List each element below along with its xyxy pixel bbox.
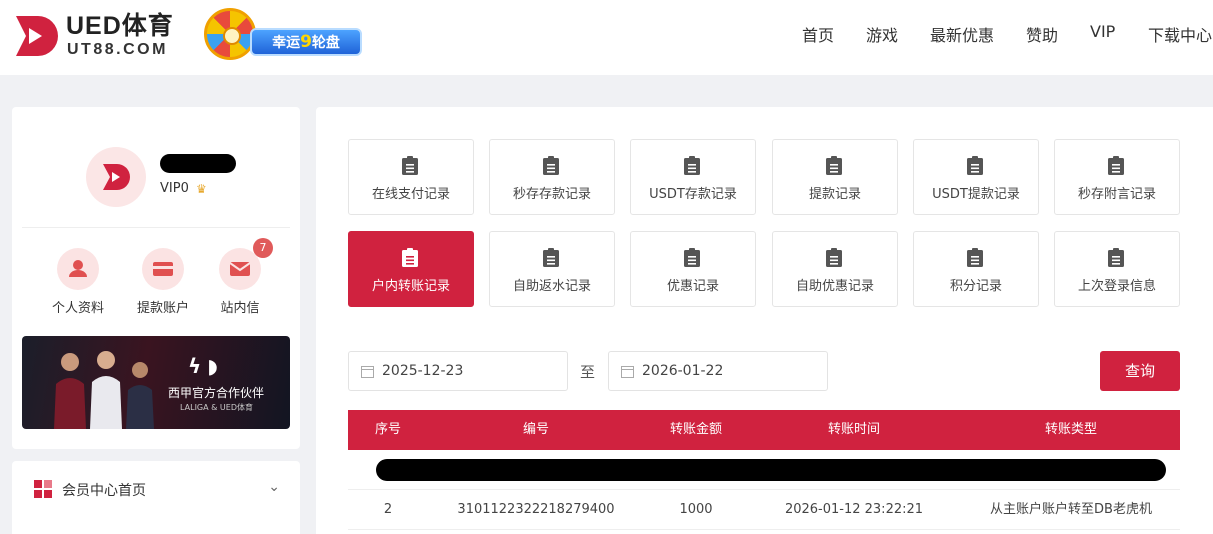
cell-amount: 1000 [679, 502, 713, 517]
query-button[interactable]: 查询 [1100, 351, 1180, 391]
record-tab-label: 户内转账记录 [371, 279, 450, 294]
record-tab-label: 积分记录 [949, 279, 1002, 294]
divider [22, 227, 290, 228]
date-separator: 至 [580, 363, 596, 381]
cell-time: 2026-01-12 23:22:21 [784, 502, 924, 517]
avatar[interactable] [86, 147, 146, 207]
record-tab-3[interactable]: 提款记录 [772, 139, 898, 215]
avatar-logo-icon [103, 164, 130, 190]
clipboard-icon [402, 248, 418, 267]
start-date-input[interactable]: 2025-12-23 [348, 351, 568, 391]
brand-domain: UT88.COM [67, 41, 168, 58]
sidebar-item-member-home[interactable]: 会员中心首页 [62, 480, 146, 500]
crown-icon: ♛ [196, 182, 207, 196]
end-date-value: 2026-01-22 [642, 363, 724, 379]
nav-games[interactable]: 游戏 [866, 22, 898, 46]
quick-link-label: 个人资料 [51, 301, 104, 316]
nav-home[interactable]: 首页 [802, 22, 834, 46]
clipboard-icon [402, 156, 418, 175]
logo-mark-icon [16, 16, 58, 56]
nav-vip[interactable]: VIP [1090, 22, 1115, 41]
record-tab-11[interactable]: 上次登录信息 [1054, 231, 1180, 307]
cell-type: 从主账户账户转至DB老虎机 [990, 502, 1152, 517]
record-tab-5[interactable]: 秒存附言记录 [1054, 139, 1180, 215]
col-amount: 转账金额 [669, 422, 723, 437]
clipboard-icon [684, 156, 700, 175]
user-icon [57, 248, 99, 290]
record-tab-label: USDT提款记录 [932, 187, 1020, 202]
quick-link-label: 站内信 [220, 301, 260, 316]
cell-id: 3101122322218279400 [457, 502, 615, 517]
nav-download[interactable]: 下载中心 [1148, 22, 1212, 46]
record-tab-7[interactable]: 自助返水记录 [489, 231, 615, 307]
calendar-icon [621, 366, 634, 378]
record-tab-label: 自助返水记录 [512, 279, 591, 294]
lucky-wheel-promo[interactable]: 幸运9轮盘 [204, 8, 362, 60]
calendar-icon [361, 366, 374, 378]
nav-promotions[interactable]: 最新优惠 [930, 22, 994, 46]
cell-index: 2 [383, 502, 393, 517]
dashboard-icon [34, 480, 52, 498]
record-tab-6[interactable]: 户内转账记录 [348, 231, 474, 307]
vip-level: VIP0 [160, 181, 189, 196]
record-tab-label: 秒存存款记录 [512, 187, 591, 202]
record-tab-label: 优惠记录 [666, 279, 719, 294]
partner-logos-icon: ϟ◗ [188, 354, 224, 378]
col-type: 转账类型 [1044, 422, 1098, 437]
record-tab-label: 提款记录 [808, 187, 861, 202]
redacted-row-mask [376, 459, 1166, 481]
clipboard-icon [1108, 248, 1124, 267]
table-header: 序号 编号 转账金额 转账时间 转账类型 [348, 410, 1180, 450]
record-tab-2[interactable]: USDT存款记录 [630, 139, 756, 215]
quick-link-profile[interactable]: 个人资料 [43, 248, 113, 316]
record-tab-label: USDT存款记录 [649, 187, 737, 202]
record-tab-label: 秒存附言记录 [1077, 187, 1156, 202]
record-tab-8[interactable]: 优惠记录 [630, 231, 756, 307]
record-tab-label: 在线支付记录 [371, 187, 450, 202]
sidebar-menu: 会员中心首页 ⌄ [12, 461, 300, 534]
players-image [54, 351, 154, 429]
nav-sponsorship[interactable]: 赞助 [1026, 22, 1058, 46]
username-redacted [160, 154, 236, 173]
quick-link-withdraw-account[interactable]: 提款账户 [128, 248, 198, 316]
partner-title: 西甲官方合作伙伴 [168, 386, 265, 400]
record-tab-4[interactable]: USDT提款记录 [913, 139, 1039, 215]
clipboard-icon [684, 248, 700, 267]
clipboard-icon [543, 248, 559, 267]
record-tab-10[interactable]: 积分记录 [913, 231, 1039, 307]
clipboard-icon [543, 156, 559, 175]
clipboard-icon [1108, 156, 1124, 175]
quick-link-messages[interactable]: 7 站内信 [205, 238, 275, 316]
clipboard-icon [967, 248, 983, 267]
record-tab-9[interactable]: 自助优惠记录 [772, 231, 898, 307]
profile-card: VIP0 ♛ 个人资料 提款账户 7 站内信 ϟ◗ 西甲官方合作伙伴 LALIG… [12, 107, 300, 449]
quick-link-label: 提款账户 [136, 301, 189, 316]
chevron-down-icon[interactable]: ⌄ [268, 479, 280, 495]
record-tab-label: 上次登录信息 [1077, 279, 1156, 294]
col-index: 序号 [374, 422, 402, 437]
col-id: 编号 [522, 422, 550, 437]
card-icon [142, 248, 184, 290]
table-row[interactable]: 2 3101122322218279400 1000 2026-01-12 23… [348, 490, 1180, 530]
wheel-icon [204, 8, 256, 60]
record-tab-label: 自助优惠记录 [795, 279, 874, 294]
clipboard-icon [826, 248, 842, 267]
clipboard-icon [826, 156, 842, 175]
unread-badge: 7 [253, 238, 273, 258]
end-date-input[interactable]: 2026-01-22 [608, 351, 828, 391]
record-tab-0[interactable]: 在线支付记录 [348, 139, 474, 215]
partner-subtitle: LALIGA & UED体育 [180, 403, 253, 412]
brand-name: UED体育 [66, 12, 174, 40]
records-panel: 在线支付记录 秒存存款记录 USDT存款记录 提款记录 USDT提款记录 秒存附言记录户内… [316, 107, 1213, 534]
start-date-value: 2025-12-23 [382, 363, 464, 379]
laliga-partner-banner[interactable]: ϟ◗ 西甲官方合作伙伴 LALIGA & UED体育 [22, 336, 290, 429]
record-tab-1[interactable]: 秒存存款记录 [489, 139, 615, 215]
lucky-wheel-label: 幸运9轮盘 [250, 28, 362, 56]
top-header: UED体育 UT88.COM 幸运9轮盘 首页 游戏 最新优惠 赞助 VIP 下… [0, 0, 1213, 75]
col-time: 转账时间 [827, 422, 881, 437]
brand-logo[interactable]: UED体育 UT88.COM [12, 12, 184, 60]
clipboard-icon [967, 156, 983, 175]
